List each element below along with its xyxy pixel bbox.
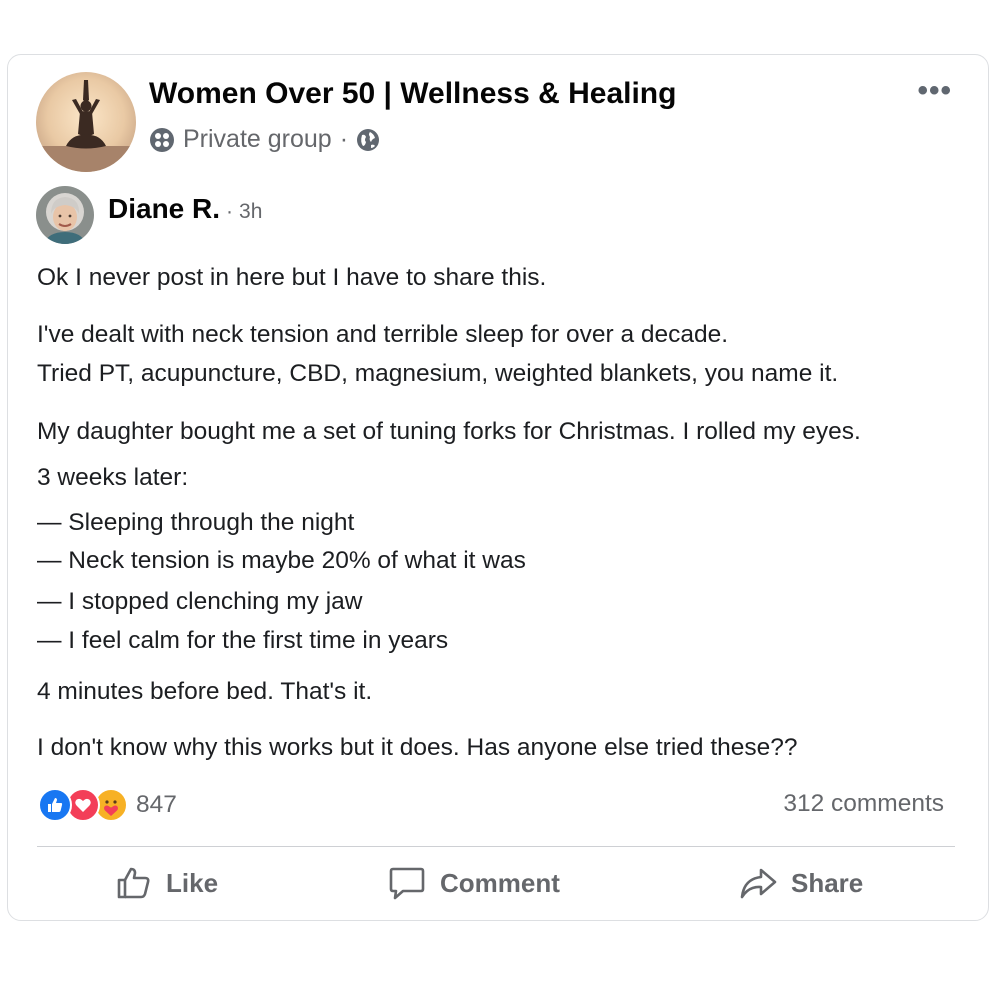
actions-divider	[37, 846, 955, 847]
post-line: My daughter bought me a set of tuning fo…	[37, 418, 861, 445]
meta-separator: ·	[339, 125, 349, 153]
author-line: Diane R. · 3h	[108, 193, 262, 225]
comment-label: Comment	[440, 867, 560, 898]
share-arrow-icon	[739, 865, 777, 901]
group-avatar[interactable]	[36, 72, 136, 172]
comment-bubble-icon	[388, 865, 426, 901]
share-label: Share	[791, 867, 864, 898]
post-card: Women Over 50 | Wellness & Healing Priva…	[7, 54, 989, 921]
globe-icon	[356, 128, 380, 152]
post-line: Tried PT, acupuncture, CBD, magnesium, w…	[37, 360, 839, 387]
private-group-icon	[149, 127, 175, 153]
time-separator: ·	[226, 200, 234, 223]
like-button[interactable]: Like	[116, 863, 218, 903]
group-meta: Private group ·	[149, 125, 380, 154]
post-line: — Sleeping through the night	[37, 509, 355, 536]
post-line: 4 minutes before bed. That's it.	[37, 678, 373, 705]
more-options-button[interactable]: •••	[917, 76, 952, 106]
post-line: I don't know why this works but it does.…	[37, 734, 798, 761]
reactions-summary[interactable]: 847	[38, 788, 177, 822]
author-name[interactable]: Diane R.	[108, 193, 220, 225]
like-icon	[38, 788, 72, 822]
post-line: — I feel calm for the first time in year…	[37, 627, 449, 654]
post-line: I've dealt with neck tension and terribl…	[37, 321, 729, 348]
group-name[interactable]: Women Over 50 | Wellness & Healing	[149, 77, 676, 111]
comment-button[interactable]: Comment	[388, 863, 560, 903]
post-line: Ok I never post in here but I have to sh…	[37, 264, 547, 291]
author-avatar[interactable]	[36, 186, 94, 244]
post-line: 3 weeks later:	[37, 464, 189, 491]
share-button[interactable]: Share	[739, 863, 863, 903]
post-timestamp[interactable]: 3h	[239, 200, 262, 224]
post-line: — Neck tension is maybe 20% of what it w…	[37, 547, 526, 574]
reaction-count: 847	[136, 791, 177, 818]
comments-count[interactable]: 312 comments	[783, 790, 944, 818]
group-privacy: Private group	[183, 125, 332, 153]
thumbs-up-icon	[116, 865, 152, 901]
like-label: Like	[166, 867, 219, 898]
post-line: — I stopped clenching my jaw	[37, 588, 363, 615]
